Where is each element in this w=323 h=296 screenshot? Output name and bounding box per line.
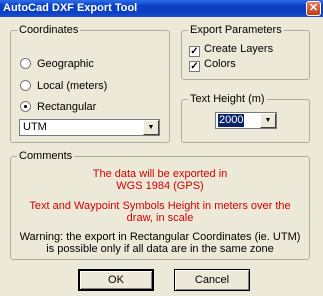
radio-geographic-circle[interactable] xyxy=(20,58,31,69)
comment-warning-line1: Warning: the export in Rectangular Coord… xyxy=(19,231,301,243)
checkbox-create-layers[interactable]: ✓ Create Layers xyxy=(189,42,274,57)
radio-local-meters-label: Local (meters) xyxy=(37,80,108,92)
comment-export-datum-line1: The data will be exported in xyxy=(92,168,228,180)
comment-warning-line2: is possible only if all data are in the … xyxy=(46,243,274,255)
radio-local-meters[interactable]: Local (meters) xyxy=(20,79,107,93)
comments-title: Comments xyxy=(17,150,75,162)
colors-checkbox[interactable]: ✓ xyxy=(189,61,200,72)
text-height-dropdown[interactable]: 2000 ▼ xyxy=(215,112,277,129)
coordinate-system-dropdown[interactable]: UTM ▼ xyxy=(19,119,160,136)
comment-export-datum-line2: WGS 1984 (GPS) xyxy=(116,180,204,192)
radio-rectangular-circle[interactable] xyxy=(20,101,31,112)
radio-local-meters-circle[interactable] xyxy=(20,80,31,91)
text-height-group: Text Height (m) 2000 ▼ xyxy=(181,93,310,143)
comments-group: Comments The data will be exported in WG… xyxy=(10,150,310,260)
export-parameters-title: Export Parameters xyxy=(188,24,284,36)
ok-button[interactable]: OK xyxy=(78,269,154,291)
chevron-down-icon[interactable]: ▼ xyxy=(260,113,276,128)
checkbox-colors[interactable]: ✓ Colors xyxy=(189,57,236,72)
close-button[interactable]: ✕ xyxy=(306,1,321,16)
create-layers-label: Create Layers xyxy=(204,43,274,55)
radio-rectangular-label: Rectangular xyxy=(37,101,97,113)
close-icon: ✕ xyxy=(308,2,319,14)
text-height-value: 2000 xyxy=(218,114,245,127)
coordinates-group-title: Coordinates xyxy=(17,24,81,36)
window-title: AutoCad DXF Export Tool xyxy=(3,2,138,14)
text-height-title: Text Height (m) xyxy=(188,93,267,105)
cancel-button[interactable]: Cancel xyxy=(174,269,250,291)
coordinates-group: Coordinates Geographic Local (meters) Re… xyxy=(10,24,170,143)
title-bar: AutoCad DXF Export Tool ✕ xyxy=(0,0,323,17)
export-parameters-group: Export Parameters ✓ Create Layers ✓ Colors xyxy=(181,24,310,80)
create-layers-checkbox[interactable]: ✓ xyxy=(189,46,200,57)
comment-text-height-line2: draw, in scale xyxy=(126,212,194,224)
chevron-down-icon[interactable]: ▼ xyxy=(143,120,159,135)
comment-text-height-line1: Text and Waypoint Symbols Height in mete… xyxy=(29,200,291,212)
colors-label: Colors xyxy=(204,58,236,70)
radio-rectangular[interactable]: Rectangular xyxy=(20,100,96,114)
radio-geographic-label: Geographic xyxy=(37,58,94,70)
radio-geographic[interactable]: Geographic xyxy=(20,57,94,71)
coordinate-system-value: UTM xyxy=(23,121,47,133)
